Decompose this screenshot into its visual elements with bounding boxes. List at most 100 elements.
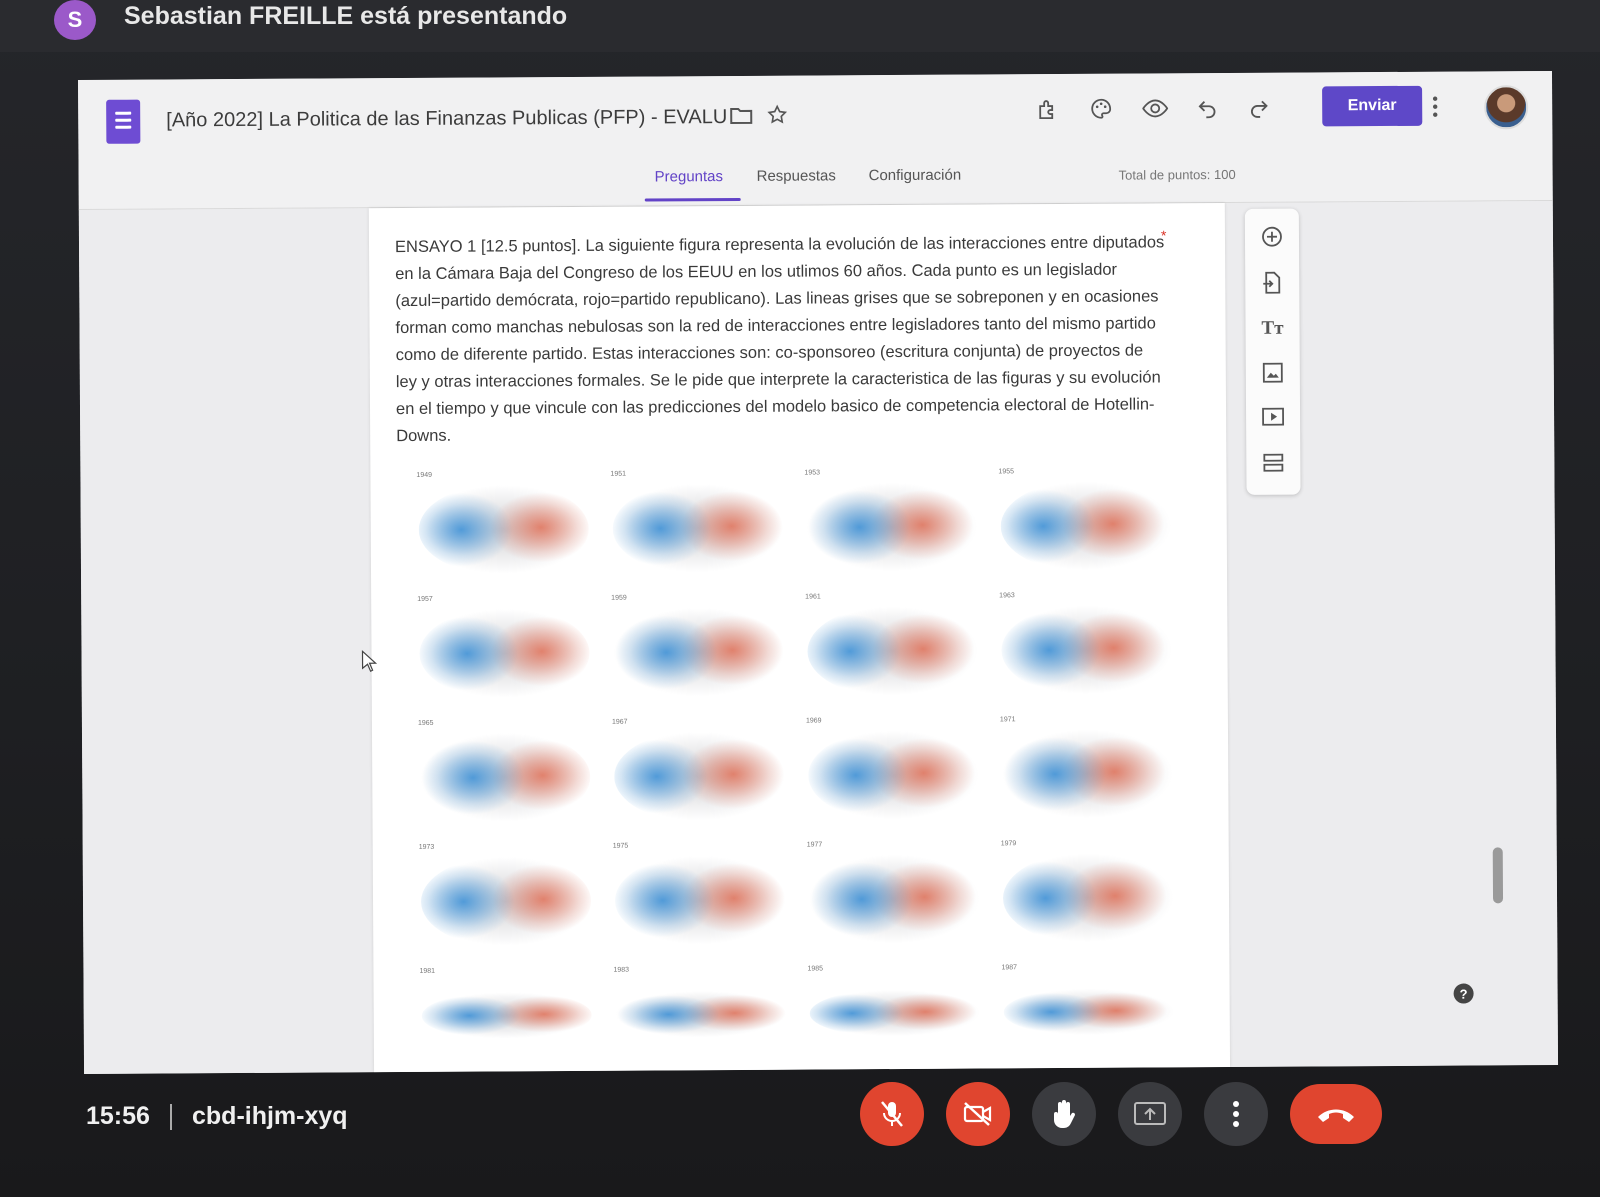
network-cloud (1002, 851, 1174, 945)
camera-off-icon[interactable] (946, 1082, 1010, 1146)
mic-off-icon[interactable] (860, 1082, 924, 1146)
meet-window: S Sebastian FREILLE está presentando [Añ… (0, 0, 1600, 1197)
network-cloud (808, 852, 980, 946)
network-cloud (1000, 479, 1172, 573)
network-cloud (1003, 987, 1174, 1037)
network-cloud (419, 606, 590, 700)
plot-year-label: 1977 (806, 841, 823, 849)
network-cloud (613, 729, 785, 823)
hang-up-icon[interactable] (1290, 1084, 1382, 1144)
network-cloud (613, 605, 784, 699)
presenter-avatar: S (54, 0, 96, 40)
divider (170, 1104, 172, 1130)
network-cloud (420, 854, 592, 948)
network-plot-1985: 1985 (803, 962, 984, 1073)
network-plot-1987: 1987 (997, 961, 1178, 1072)
send-button[interactable]: Enviar (1322, 85, 1423, 127)
required-asterisk: * (1160, 227, 1167, 244)
network-cloud (419, 730, 591, 824)
video-icon[interactable] (1259, 403, 1287, 431)
palette-icon[interactable] (1084, 92, 1118, 126)
form-title[interactable]: [Año 2022] La Politica de las Finanzas P… (166, 106, 726, 132)
network-plot-1981: 1981 (415, 965, 596, 1074)
scrollbar-thumb[interactable] (1492, 847, 1504, 904)
title-text-icon[interactable]: Tт (1258, 315, 1286, 343)
network-plot-1955: 1955 (994, 465, 1175, 576)
plot-year-label: 1949 (416, 471, 433, 479)
plot-year-label: 1983 (613, 966, 630, 974)
shared-screen: [Año 2022] La Politica de las Finanzas P… (78, 70, 1559, 1074)
folder-icon[interactable] (724, 98, 758, 132)
network-cloud (615, 989, 786, 1039)
import-questions-icon[interactable] (1258, 269, 1286, 297)
plot-year-label: 1955 (998, 468, 1015, 476)
mouse-cursor-icon (361, 649, 378, 677)
question-card[interactable]: ENSAYO 1 [12.5 puntos]. La siguiente fig… (368, 202, 1231, 1074)
more-options-icon[interactable] (1204, 1082, 1268, 1146)
network-plot-1951: 1951 (606, 468, 787, 579)
network-cloud (807, 604, 978, 698)
plot-year-label: 1971 (999, 716, 1016, 724)
network-plot-1965: 1965 (414, 717, 595, 828)
network-plot-1963: 1963 (995, 589, 1176, 700)
image-icon[interactable] (1259, 359, 1287, 387)
plot-year-label: 1981 (419, 967, 436, 975)
network-cloud (418, 482, 590, 576)
plot-year-label: 1967 (611, 718, 628, 726)
network-cloud (806, 480, 978, 574)
network-cloud (421, 990, 592, 1040)
account-avatar[interactable] (1484, 85, 1529, 130)
plot-year-label: 1969 (805, 717, 822, 725)
present-icon[interactable] (1118, 1082, 1182, 1146)
addon-icon[interactable] (1030, 92, 1064, 126)
plot-year-label: 1975 (612, 842, 629, 850)
plot-year-label: 1965 (417, 719, 434, 727)
network-plot-1973: 1973 (415, 841, 596, 952)
presenter-banner: S Sebastian FREILLE está presentando (0, 0, 1600, 52)
total-points: Total de puntos: 100 (1118, 166, 1236, 183)
section-icon[interactable] (1259, 449, 1287, 477)
plot-year-label: 1987 (1001, 964, 1018, 972)
tab-configuracion[interactable]: Configuración (869, 167, 962, 185)
plot-year-label: 1951 (610, 470, 627, 478)
forms-header: [Año 2022] La Politica de las Finanzas P… (78, 70, 1553, 210)
plot-year-label: 1979 (1000, 840, 1017, 848)
network-plot-1975: 1975 (609, 840, 790, 951)
form-tabs: Preguntas Respuestas Configuración Total… (79, 157, 1553, 206)
network-cloud (614, 853, 786, 947)
preview-eye-icon[interactable] (1138, 91, 1172, 125)
network-plot-1979: 1979 (997, 837, 1178, 948)
network-plot-1969: 1969 (802, 714, 983, 825)
question-text[interactable]: ENSAYO 1 [12.5 puntos]. La siguiente fig… (395, 229, 1166, 450)
raise-hand-icon[interactable] (1032, 1082, 1096, 1146)
active-tab-indicator (644, 197, 741, 202)
star-icon[interactable] (760, 98, 794, 132)
network-cloud (809, 988, 980, 1038)
plot-year-label: 1953 (804, 469, 821, 477)
tab-preguntas[interactable]: Preguntas (655, 168, 723, 185)
plot-year-label: 1957 (417, 595, 433, 603)
network-plot-1959: 1959 (607, 592, 788, 703)
network-plot-1961: 1961 (801, 590, 982, 701)
network-plot-1957: 1957 (413, 593, 594, 704)
tab-respuestas[interactable]: Respuestas (757, 167, 836, 184)
network-plot-1949: 1949 (412, 469, 593, 580)
network-cloud (612, 481, 784, 575)
network-plot-1983: 1983 (609, 964, 790, 1074)
network-cloud (807, 728, 979, 822)
network-cloud (1001, 603, 1172, 697)
network-plot-1953: 1953 (800, 466, 981, 577)
plot-year-label: 1985 (807, 965, 824, 973)
network-plot-1967: 1967 (608, 716, 789, 827)
network-plot-1971: 1971 (996, 713, 1177, 824)
redo-icon[interactable] (1242, 91, 1276, 125)
meet-control-bar: 15:56 cbd-ihjm-xyq (0, 1078, 1600, 1197)
help-icon[interactable]: ? (1453, 983, 1474, 1004)
question-side-toolbar: Tт (1244, 208, 1301, 495)
network-plot-1977: 1977 (803, 838, 984, 949)
add-question-icon[interactable] (1258, 223, 1286, 251)
network-cloud (1001, 727, 1173, 821)
more-vert-icon[interactable] (1418, 90, 1452, 124)
undo-icon[interactable] (1190, 91, 1224, 125)
presenter-label: Sebastian FREILLE está presentando (124, 2, 568, 30)
